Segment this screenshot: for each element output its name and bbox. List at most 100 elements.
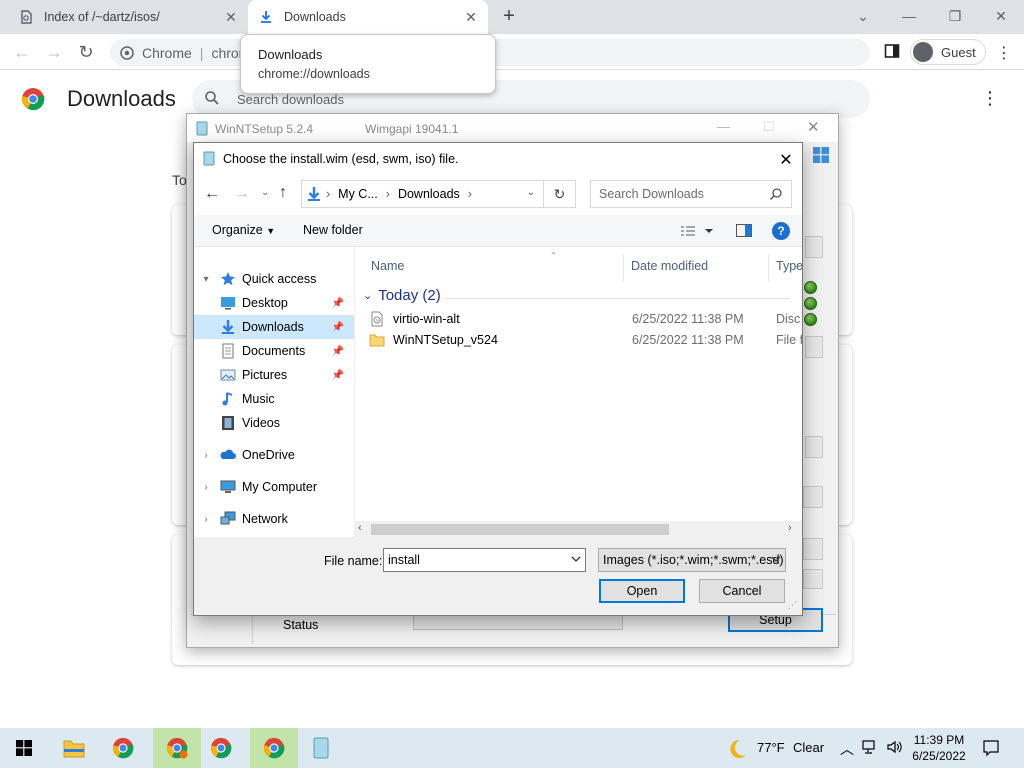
file-row[interactable]: WinNTSetup_v524 6/25/2022 11:38 PM File … bbox=[355, 330, 802, 351]
clock-date: 6/25/2022 bbox=[912, 749, 966, 763]
column-header-type[interactable]: Type bbox=[776, 259, 803, 273]
refresh-icon[interactable]: ↻ bbox=[544, 180, 576, 208]
chevron-down-icon[interactable] bbox=[571, 554, 581, 564]
taskbar-winntsetup[interactable] bbox=[297, 728, 345, 768]
new-folder-button[interactable]: New folder bbox=[303, 223, 363, 237]
chevron-right-icon[interactable]: › bbox=[200, 482, 212, 493]
profile-button[interactable]: Guest bbox=[910, 39, 986, 65]
scrollbar-thumb[interactable] bbox=[371, 524, 669, 535]
chevron-right-icon[interactable]: › bbox=[200, 450, 212, 461]
column-header-name[interactable]: Name bbox=[371, 259, 404, 273]
cancel-button[interactable]: Cancel bbox=[699, 579, 785, 603]
taskbar-chrome-profile[interactable] bbox=[153, 728, 201, 768]
forward-arrow-icon[interactable]: → bbox=[43, 41, 65, 63]
winnt-dropdown[interactable] bbox=[803, 486, 823, 508]
scroll-right-icon[interactable]: › bbox=[788, 522, 792, 534]
network-status-icon[interactable] bbox=[862, 739, 880, 755]
nav-label: Network bbox=[242, 512, 288, 526]
nav-item-documents[interactable]: Documents 📌 bbox=[194, 339, 354, 363]
breadcrumb[interactable]: › My C... › Downloads › ⌄ bbox=[301, 180, 544, 208]
nav-label: Music bbox=[242, 392, 275, 406]
search-input[interactable]: Search Downloads bbox=[590, 180, 792, 208]
nav-item-desktop[interactable]: Desktop 📌 bbox=[194, 291, 354, 315]
forward-arrow-icon[interactable]: → bbox=[234, 185, 250, 203]
nav-item-quick-access[interactable]: ▾ Quick access bbox=[194, 267, 354, 291]
column-header-date[interactable]: Date modified bbox=[631, 259, 708, 273]
chevron-right-icon[interactable]: › bbox=[200, 514, 212, 525]
taskbar-chrome[interactable] bbox=[250, 728, 298, 768]
nav-item-network[interactable]: › Network bbox=[194, 507, 354, 531]
minimize-icon[interactable]: — bbox=[717, 119, 730, 134]
reload-icon[interactable]: ↻ bbox=[75, 41, 97, 63]
weather-condition[interactable]: Clear bbox=[793, 740, 824, 755]
dialog-footer: File name: install Images (*.iso;*.wim;*… bbox=[194, 538, 802, 615]
back-arrow-icon[interactable]: ← bbox=[204, 185, 220, 203]
status-progress-bar bbox=[413, 614, 623, 630]
chevron-down-icon[interactable]: ▾ bbox=[200, 274, 212, 285]
more-options-icon[interactable]: ⋮ bbox=[980, 88, 1000, 110]
tab-downloads[interactable]: Downloads ✕ bbox=[248, 0, 488, 34]
nav-item-onedrive[interactable]: › OneDrive bbox=[194, 443, 354, 467]
winnt-button[interactable] bbox=[803, 569, 823, 589]
chevron-down-icon[interactable] bbox=[771, 554, 781, 564]
chevron-right-icon: › bbox=[467, 187, 472, 201]
new-tab-button[interactable]: + bbox=[498, 6, 520, 28]
chevron-down-icon[interactable]: ⌄ bbox=[840, 2, 886, 30]
horizontal-scrollbar[interactable]: ‹ › bbox=[355, 521, 802, 538]
chrome-logo-icon bbox=[210, 737, 232, 759]
close-window-icon[interactable]: ✕ bbox=[978, 2, 1024, 30]
nav-item-my-computer[interactable]: › My Computer bbox=[194, 475, 354, 499]
nav-item-music[interactable]: Music bbox=[194, 387, 354, 411]
breadcrumb-item[interactable]: My C... bbox=[338, 187, 378, 201]
nav-item-downloads[interactable]: Downloads 📌 bbox=[194, 315, 354, 339]
side-panel-icon[interactable] bbox=[884, 43, 900, 59]
taskbar-chrome[interactable] bbox=[197, 728, 245, 768]
preview-pane-icon[interactable] bbox=[736, 224, 752, 237]
scroll-left-icon[interactable]: ‹ bbox=[358, 522, 362, 534]
recent-locations-icon[interactable]: ⌄ bbox=[261, 187, 269, 198]
sort-indicator-icon: ⌃ bbox=[550, 251, 557, 260]
nav-item-videos[interactable]: Videos bbox=[194, 411, 354, 435]
file-row[interactable]: virtio-win-alt 6/25/2022 11:38 PM Disc bbox=[355, 309, 802, 330]
system-clock[interactable]: 11:39 PM 6/25/2022 bbox=[907, 732, 971, 764]
winntsetup-titlebar: WinNTSetup 5.2.4 Wimgapi 19041.1 — ☐ ✕ bbox=[187, 114, 838, 142]
windows-logo-icon bbox=[813, 147, 829, 163]
menu-icon[interactable]: ⋮ bbox=[996, 43, 1012, 63]
taskbar-chrome[interactable] bbox=[99, 728, 147, 768]
open-button[interactable]: Open bbox=[599, 579, 685, 603]
avatar bbox=[913, 42, 933, 62]
close-tab-icon[interactable]: ✕ bbox=[464, 10, 478, 24]
weather-temp[interactable]: 77°F bbox=[757, 740, 785, 755]
column-separator[interactable] bbox=[768, 255, 769, 281]
organize-button[interactable]: Organize ▼ bbox=[212, 223, 275, 237]
nav-item-pictures[interactable]: Pictures 📌 bbox=[194, 363, 354, 387]
network-icon bbox=[220, 511, 236, 527]
file-name-input[interactable]: install bbox=[383, 548, 586, 572]
chevron-down-icon[interactable]: ⌄ bbox=[527, 187, 535, 198]
up-arrow-icon[interactable]: ↑ bbox=[279, 184, 287, 202]
close-icon[interactable]: ✕ bbox=[807, 118, 820, 136]
group-header[interactable]: ⌄ Today (2) bbox=[363, 287, 441, 304]
column-separator[interactable] bbox=[623, 255, 624, 281]
file-type-filter[interactable]: Images (*.iso;*.wim;*.swm;*.esd) bbox=[598, 548, 786, 572]
maximize-icon[interactable]: ☐ bbox=[763, 119, 775, 135]
start-button[interactable] bbox=[0, 728, 48, 768]
close-icon[interactable]: ✕ bbox=[776, 150, 796, 169]
tab-index-of-isos[interactable]: Index of /~dartz/isos/ ✕ bbox=[8, 0, 248, 34]
resize-grip-icon[interactable]: ⋰ bbox=[788, 600, 797, 611]
chevron-up-icon[interactable]: ︿ bbox=[840, 739, 854, 759]
breadcrumb-item[interactable]: Downloads bbox=[398, 187, 460, 201]
document-icon bbox=[18, 9, 34, 25]
divider bbox=[445, 298, 790, 299]
notifications-icon[interactable] bbox=[982, 739, 1000, 757]
winnt-dropdown[interactable] bbox=[803, 538, 823, 560]
back-arrow-icon[interactable]: ← bbox=[11, 41, 33, 63]
view-options-icon[interactable] bbox=[680, 224, 714, 238]
taskbar-file-explorer[interactable] bbox=[50, 728, 98, 768]
help-icon[interactable]: ? bbox=[772, 222, 790, 240]
minimize-icon[interactable]: — bbox=[886, 2, 932, 30]
chrome-site-icon bbox=[120, 45, 134, 60]
restore-icon[interactable]: ❐ bbox=[932, 2, 978, 30]
close-tab-icon[interactable]: ✕ bbox=[224, 10, 238, 24]
volume-icon[interactable] bbox=[886, 739, 904, 755]
